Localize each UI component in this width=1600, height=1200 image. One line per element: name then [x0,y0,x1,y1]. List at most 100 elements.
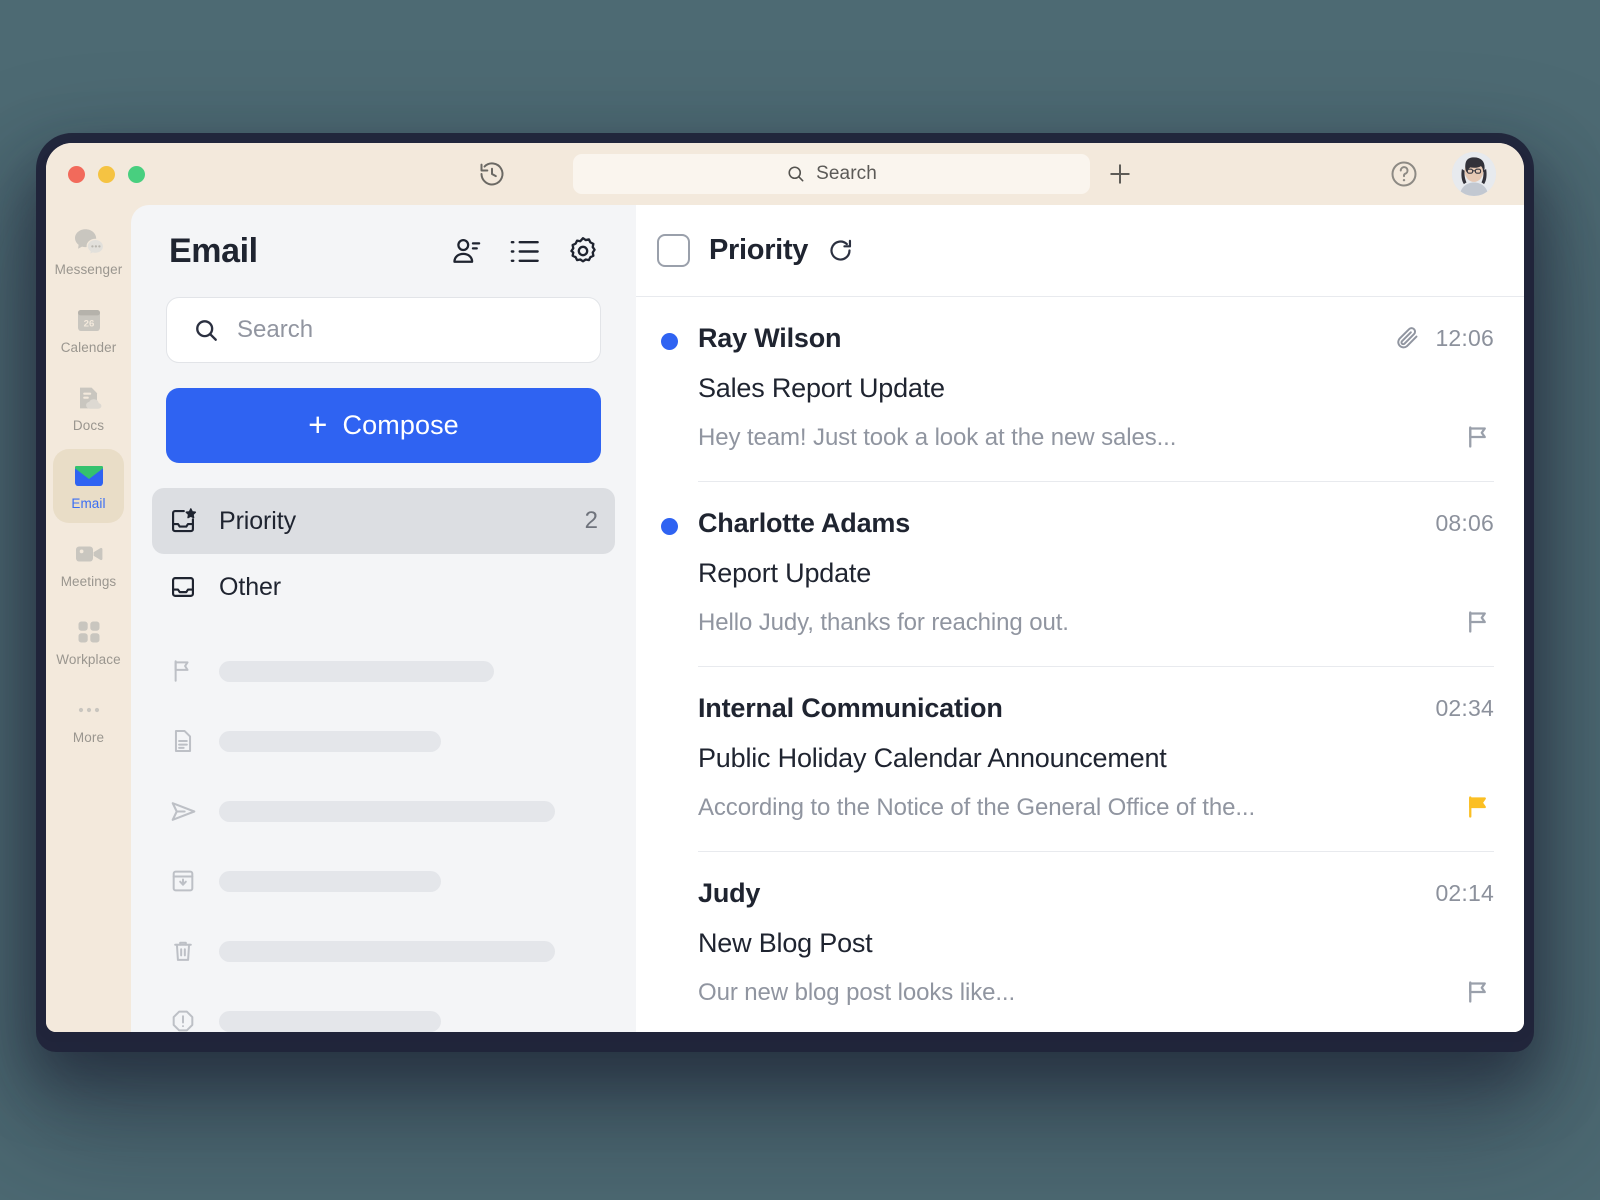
skeleton-bar [219,1011,441,1032]
compose-plus-icon: + [308,408,327,441]
rail-item-email[interactable]: Email [46,447,131,525]
rail-label-email: Email [71,496,105,511]
skeleton-row-sent[interactable] [152,776,615,846]
video-camera-icon [73,539,105,569]
folder-item-other[interactable]: Other [152,554,615,620]
email-preview: Hello Judy, thanks for reaching out. [698,609,1464,637]
email-list-item[interactable]: Internal Communication 02:34 Public Holi… [636,667,1524,852]
rail-item-docs[interactable]: Docs [46,369,131,447]
select-all-checkbox[interactable] [657,234,690,267]
skeleton-row-spam[interactable] [152,986,615,1032]
rail-label-workplace: Workplace [56,652,120,667]
page-title: Email [169,232,451,271]
title-bar: Search [46,143,1524,205]
sidebar-search-placeholder: Search [237,316,313,344]
compose-button[interactable]: + Compose [166,388,601,463]
email-subject: New Blog Post [698,928,1494,959]
maximize-button[interactable] [128,166,145,183]
folder-label-priority: Priority [219,507,563,536]
email-preview: Our new blog post looks like... [698,979,1464,1007]
email-sender: Internal Communication [698,693,1435,724]
history-clock-icon[interactable] [476,158,508,190]
inbox-star-icon [169,507,197,535]
email-subject: Report Update [698,558,1494,589]
email-row-bottom: Hello Judy, thanks for reaching out. [698,607,1494,637]
skeleton-bar [219,871,441,892]
email-time: 12:06 [1435,325,1494,352]
svg-text:26: 26 [83,318,94,329]
rail-item-workplace[interactable]: Workplace [46,603,131,681]
email-subject: Public Holiday Calendar Announcement [698,743,1494,774]
close-button[interactable] [68,166,85,183]
app-rail: Messenger 26 Calender Docs [46,205,131,1032]
skeleton-row-drafts[interactable] [152,706,615,776]
flag-toggle-icon[interactable] [1464,792,1494,822]
app-window: Search [46,143,1524,1032]
skeleton-row-flagged[interactable] [152,636,615,706]
email-sender: Ray Wilson [698,323,1394,354]
rail-item-meetings[interactable]: Meetings [46,525,131,603]
global-search-bar[interactable]: Search [573,154,1090,194]
rail-item-messenger[interactable]: Messenger [46,213,131,291]
email-row-top: Judy 02:14 [698,878,1494,909]
email-meta: 12:06 [1394,325,1494,352]
send-icon [169,798,197,825]
compose-label: Compose [343,410,459,441]
rail-label-calender: Calender [61,340,117,355]
add-contact-icon[interactable] [451,236,482,267]
email-list-title: Priority [709,234,808,267]
email-list-item[interactable]: Judy 02:14 New Blog Post Our new blog po… [636,852,1524,1032]
traffic-lights [68,166,145,183]
email-row-top: Ray Wilson 12:06 [698,323,1494,354]
rail-label-docs: Docs [73,418,104,433]
question-circle-icon[interactable] [1389,159,1419,189]
folder-item-priority[interactable]: Priority 2 [152,488,615,554]
folder-list: Priority 2 Other [131,488,636,620]
email-sender: Judy [698,878,1435,909]
calendar-icon: 26 [74,305,104,335]
docs-icon [74,383,104,413]
rail-item-calender[interactable]: 26 Calender [46,291,131,369]
email-meta: 02:14 [1435,880,1494,907]
refresh-icon[interactable] [827,237,854,264]
search-icon [193,317,220,344]
skeleton-bar [219,731,441,752]
skeleton-row-trash[interactable] [152,916,615,986]
mail-panel-header: Email [131,205,636,297]
ellipsis-icon [74,695,104,725]
rail-label-messenger: Messenger [55,262,123,277]
flag-toggle-icon[interactable] [1464,422,1494,452]
rail-item-more[interactable]: More [46,681,131,759]
user-avatar[interactable] [1452,152,1496,196]
unread-indicator [661,333,678,350]
skeleton-bar [219,801,555,822]
flag-toggle-icon[interactable] [1464,977,1494,1007]
skeleton-bar [219,941,555,962]
settings-gear-icon[interactable] [567,235,599,267]
flag-toggle-icon[interactable] [1464,607,1494,637]
global-search-placeholder: Search [816,163,877,185]
email-list-item[interactable]: Ray Wilson 12:06 Sales Report Update Hey… [636,297,1524,482]
rail-label-meetings: Meetings [61,574,117,589]
email-row-bottom: Our new blog post looks like... [698,977,1494,1007]
mail-header-actions [451,235,599,267]
minimize-button[interactable] [98,166,115,183]
email-meta: 02:34 [1435,695,1494,722]
plus-icon[interactable] [1104,158,1136,190]
flag-icon [169,658,197,684]
email-row-bottom: According to the Notice of the General O… [698,792,1494,822]
sidebar-search-input[interactable]: Search [166,297,601,363]
email-preview: According to the Notice of the General O… [698,794,1464,822]
email-time: 02:14 [1435,880,1494,907]
folder-count-priority: 2 [585,507,598,535]
skeleton-bar [219,661,494,682]
search-icon [786,164,806,184]
list-view-icon[interactable] [509,238,540,265]
attachment-icon [1394,325,1421,352]
trash-icon [169,938,197,964]
rail-label-more: More [73,730,104,745]
archive-icon [169,868,197,894]
email-meta: 08:06 [1435,510,1494,537]
skeleton-row-archive[interactable] [152,846,615,916]
email-list-item[interactable]: Charlotte Adams 08:06 Report Update Hell… [636,482,1524,667]
